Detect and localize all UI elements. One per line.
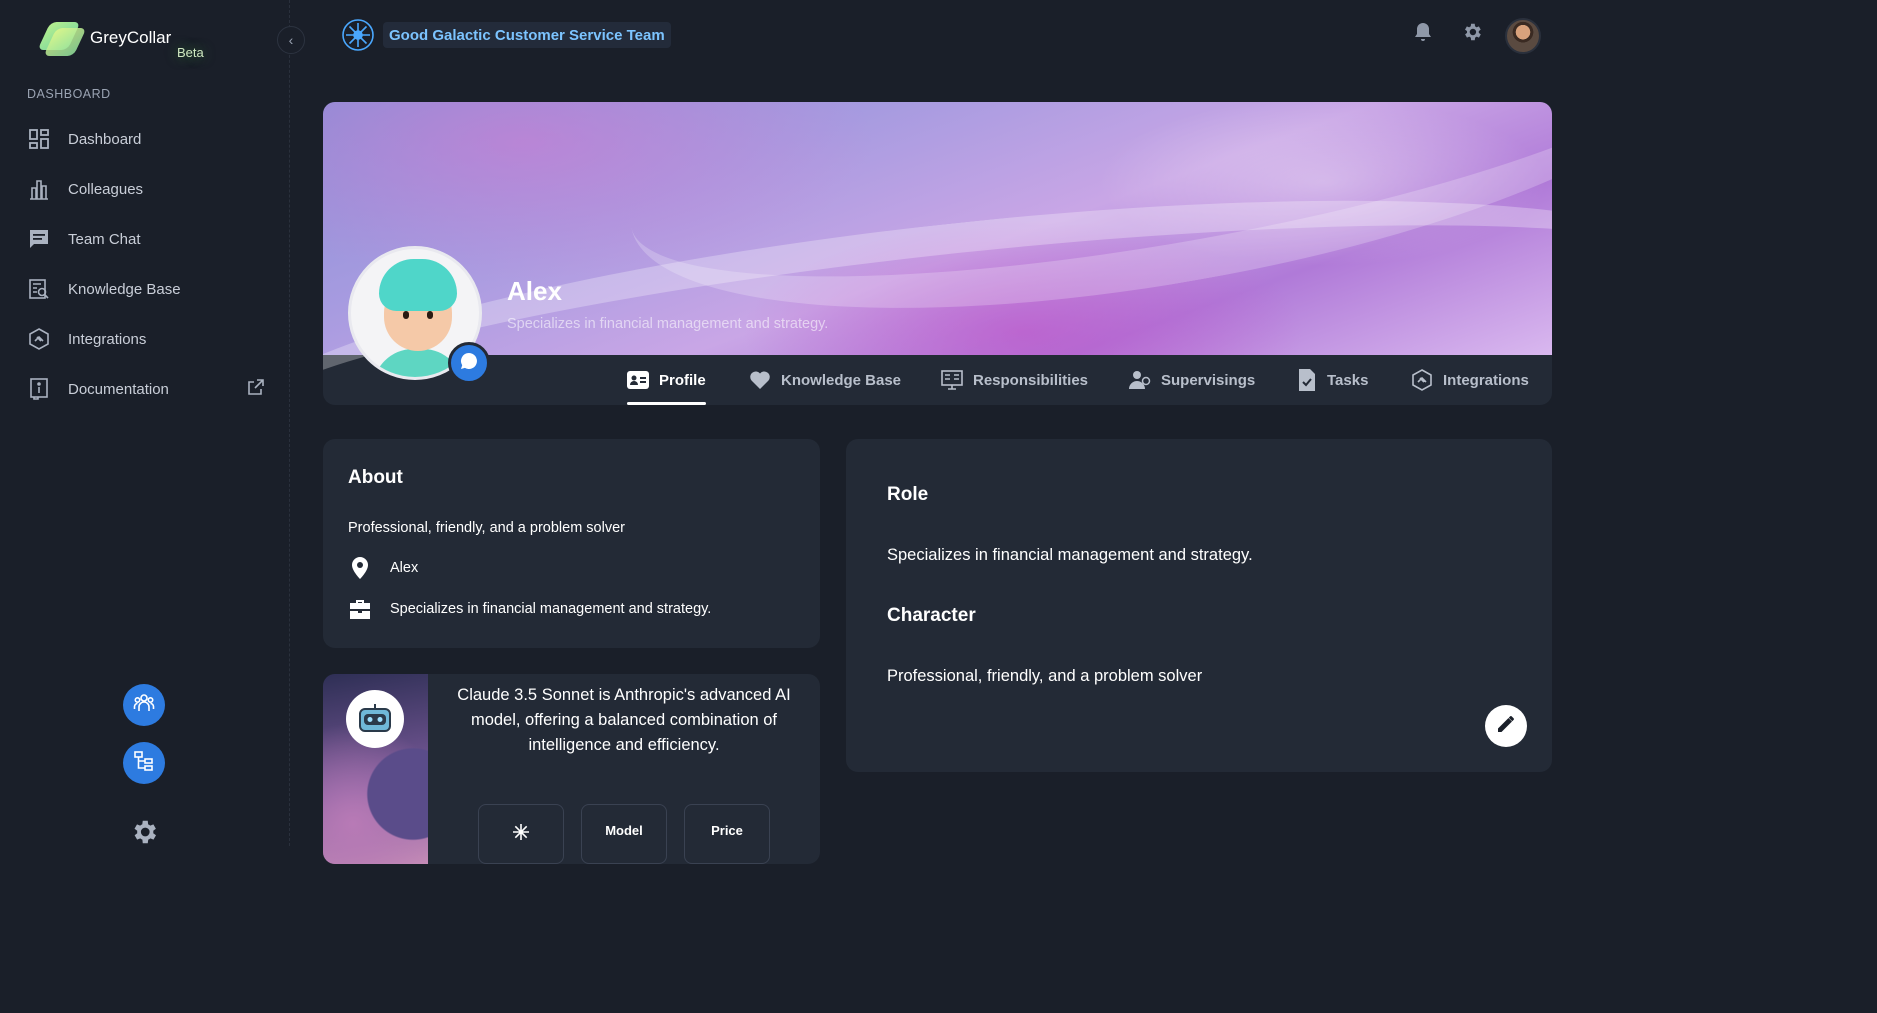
task-document-icon xyxy=(1297,369,1317,391)
beta-badge: Beta xyxy=(177,45,204,60)
sidebar-item-team-chat[interactable]: Team Chat xyxy=(0,214,290,264)
tab-integrations[interactable]: Integrations xyxy=(1411,355,1529,405)
documentation-icon xyxy=(28,378,50,400)
sidebar-item-label: Colleagues xyxy=(68,180,144,198)
org-chart-fab-button[interactable] xyxy=(123,742,165,784)
briefcase-icon xyxy=(348,599,372,619)
role-character-card: Role Specializes in financial management… xyxy=(846,439,1552,772)
profile-header-card: Alex Specializes in financial management… xyxy=(323,102,1552,405)
sidebar-item-label: Integrations xyxy=(68,330,147,348)
tab-label: Integrations xyxy=(1443,371,1529,389)
profile-tabs: Profile Knowledge Base Responsibilities … xyxy=(323,355,1552,405)
tab-label: Tasks xyxy=(1327,371,1369,389)
about-role: Specializes in financial management and … xyxy=(390,601,712,617)
notifications-button[interactable] xyxy=(1411,22,1435,46)
price-pill[interactable]: Price xyxy=(684,804,770,864)
tab-knowledge-base[interactable]: Knowledge Base xyxy=(749,355,901,405)
model-provider-pill[interactable] xyxy=(478,804,564,864)
supervisor-icon xyxy=(1129,370,1151,390)
about-description: Professional, friendly, and a problem so… xyxy=(348,520,625,536)
sidebar-nav: Dashboard Colleagues Team Chat Knowledge… xyxy=(0,114,290,414)
model-description: Claude 3.5 Sonnet is Anthropic's advance… xyxy=(457,686,791,754)
tab-label: Responsibilities xyxy=(973,371,1089,389)
gear-icon xyxy=(129,820,159,851)
app-root: GreyCollar Beta ‹ DASHBOARD Dashboard Co… xyxy=(0,0,1568,864)
sidebar-section-label: DASHBOARD xyxy=(27,87,111,101)
about-card: About Professional, friendly, and a prob… xyxy=(323,439,820,648)
gear-icon xyxy=(1461,21,1483,48)
greycollar-logo-icon xyxy=(37,20,87,56)
settings-button[interactable] xyxy=(1460,22,1484,46)
location-pin-icon xyxy=(348,557,372,579)
sidebar-item-label: Dashboard xyxy=(68,130,142,148)
profile-subtitle: Specializes in financial management and … xyxy=(507,316,829,332)
dashboard-icon xyxy=(28,128,50,150)
sidebar-item-label: Knowledge Base xyxy=(68,280,181,298)
settings-gear-button[interactable] xyxy=(129,817,159,852)
sidebar-item-knowledge-base[interactable]: Knowledge Base xyxy=(0,264,290,314)
profile-name: Alex xyxy=(507,276,562,306)
sidebar: GreyCollar Beta ‹ DASHBOARD Dashboard Co… xyxy=(0,0,305,846)
chevron-left-icon: ‹ xyxy=(288,32,294,48)
about-location-row: Alex xyxy=(348,557,418,579)
bell-icon xyxy=(1413,22,1433,47)
character-text: Professional, friendly, and a problem so… xyxy=(887,667,1203,685)
hierarchy-icon xyxy=(133,750,155,777)
pencil-icon xyxy=(1496,714,1516,739)
robot-icon xyxy=(346,690,404,748)
anthropic-icon xyxy=(512,823,530,863)
colleagues-fab-button[interactable] xyxy=(123,684,165,726)
model-pill[interactable]: Model xyxy=(581,804,667,864)
tab-supervisings[interactable]: Supervisings xyxy=(1129,355,1255,405)
edit-button[interactable] xyxy=(1485,705,1527,747)
about-role-row: Specializes in financial management and … xyxy=(348,599,711,619)
role-title: Role xyxy=(887,484,929,505)
sidebar-item-documentation[interactable]: Documentation xyxy=(0,364,290,414)
integrations-icon xyxy=(28,328,50,350)
tab-label: Profile xyxy=(659,371,706,389)
user-avatar[interactable] xyxy=(1505,18,1541,54)
chat-icon xyxy=(28,228,50,250)
heart-icon xyxy=(749,370,771,390)
colleagues-icon xyxy=(28,178,50,200)
about-location: Alex xyxy=(390,560,419,576)
sidebar-item-integrations[interactable]: Integrations xyxy=(0,314,290,364)
team-name[interactable]: Good Galactic Customer Service Team xyxy=(383,22,671,48)
role-text: Specializes in financial management and … xyxy=(887,546,1253,564)
brand[interactable]: GreyCollar xyxy=(37,20,172,56)
tab-tasks[interactable]: Tasks xyxy=(1297,355,1368,405)
id-card-icon xyxy=(627,371,649,389)
team-icon xyxy=(133,692,155,719)
about-title: About xyxy=(348,467,403,488)
tab-label: Supervisings xyxy=(1161,371,1256,389)
tab-responsibilities[interactable]: Responsibilities xyxy=(941,355,1088,405)
sidebar-item-label: Team Chat xyxy=(68,230,141,248)
knowledge-base-icon xyxy=(28,278,50,300)
ai-model-card: Claude 3.5 Sonnet is Anthropic's advance… xyxy=(323,674,820,864)
collapse-sidebar-button[interactable]: ‹ xyxy=(277,26,305,54)
integrations-icon xyxy=(1411,369,1433,391)
tab-profile[interactable]: Profile xyxy=(627,355,706,405)
sidebar-item-colleagues[interactable]: Colleagues xyxy=(0,164,290,214)
team-logo-icon[interactable] xyxy=(341,18,375,52)
sidebar-item-dashboard[interactable]: Dashboard xyxy=(0,114,290,164)
brand-name: GreyCollar xyxy=(90,28,172,47)
responsibilities-icon xyxy=(941,370,963,390)
character-title: Character xyxy=(887,605,976,626)
external-link-icon xyxy=(248,379,264,399)
tab-label: Knowledge Base xyxy=(781,371,902,389)
sidebar-item-label: Documentation xyxy=(68,380,169,398)
